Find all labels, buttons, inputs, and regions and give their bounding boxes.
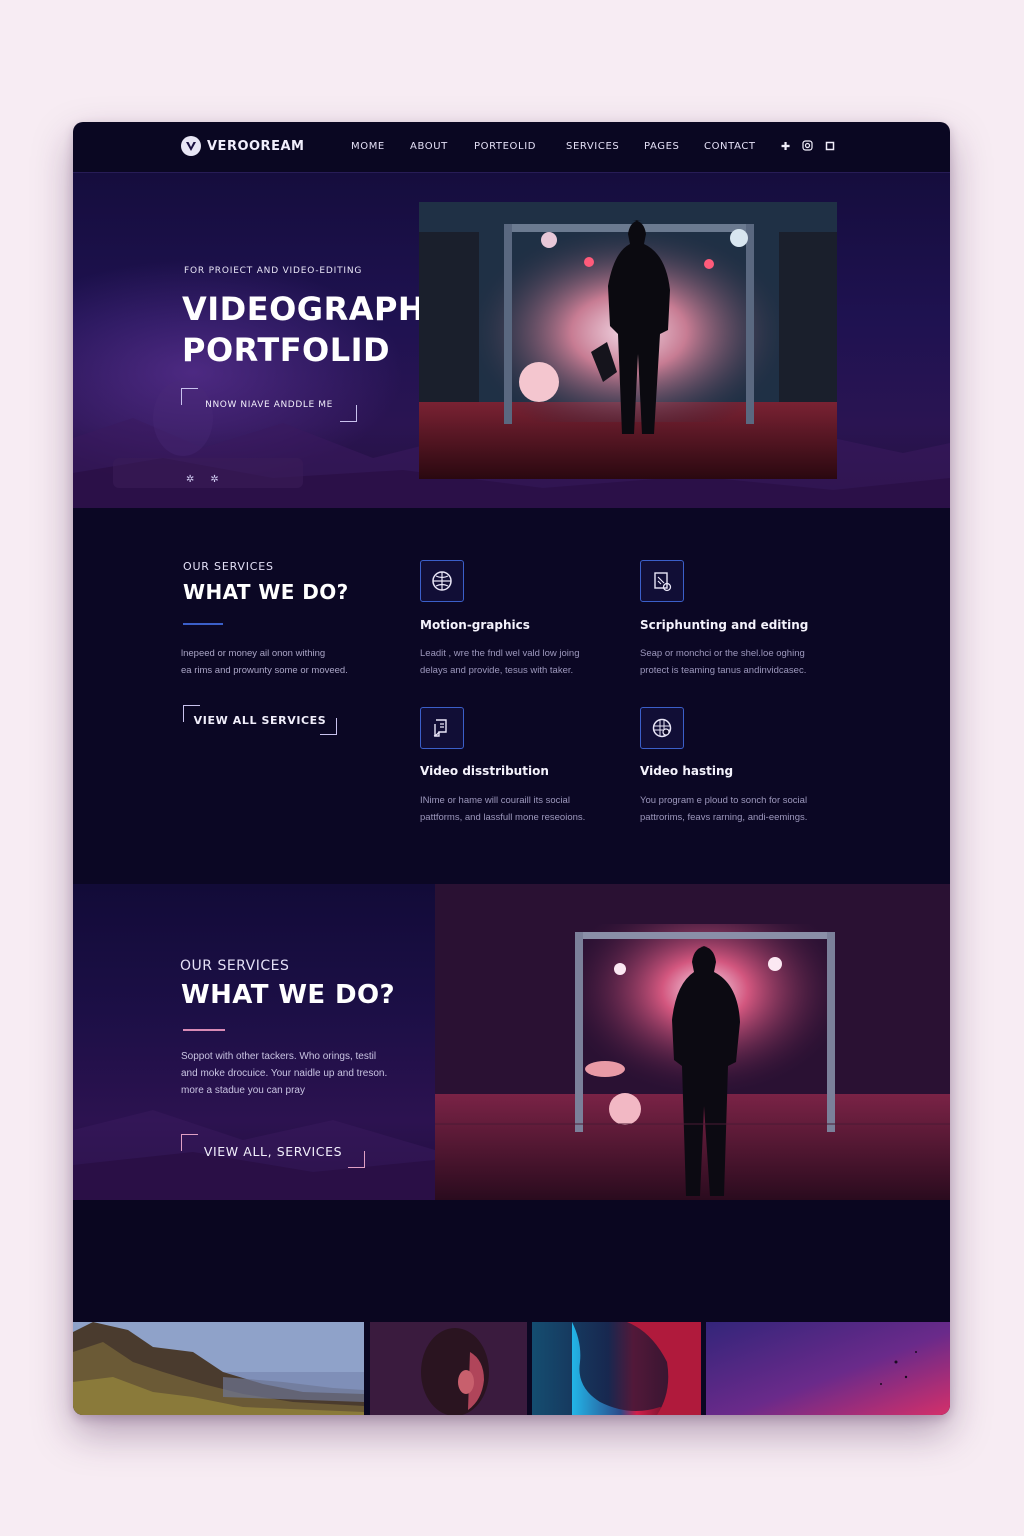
service-desc-line: Seap or monchci or the shel.loe oghing (640, 648, 805, 659)
brand-logo[interactable]: VEROOREAM (181, 136, 304, 156)
service-desc-line: protect is teaming tanus andinvidcasec. (640, 665, 807, 676)
brand-name: VEROOREAM (207, 138, 305, 154)
logo-v-icon (181, 136, 201, 156)
service-desc-line: INime or hame will couraill its social (420, 795, 570, 806)
portrait-silhouette-image (370, 1322, 527, 1415)
services-title-underline (183, 623, 223, 625)
neon-face-image (532, 1322, 701, 1415)
hero-photo-videographer (419, 202, 837, 479)
feature-description-line-1: Soppot with other tackers. Who orings, t… (181, 1051, 377, 1062)
gallery-image-portrait-1[interactable] (370, 1322, 527, 1415)
gallery-image-gradient[interactable] (706, 1322, 950, 1415)
feature-description-line-2: and moke drocuice. Your naidle up and tr… (181, 1068, 388, 1079)
gallery-strip (73, 1322, 950, 1415)
feature-description: Soppot with other tackers. Who orings, t… (181, 1048, 431, 1099)
nav-item-pages[interactable]: PAGES (644, 141, 679, 152)
slider-prev-icon[interactable]: ✲ (186, 474, 194, 485)
purple-gradient-image (706, 1322, 950, 1415)
globe-grid-icon (640, 707, 684, 749)
top-navbar: VEROOREAM MOME ABOUT PORTEOLID SERVICES … (73, 122, 950, 173)
feature-view-all-button[interactable]: VIEW ALL, SERVICES (181, 1134, 365, 1168)
service-desc-motion-graphics: Leadit , wre the fndl wel vald low joing… (420, 645, 630, 679)
nav-item-home[interactable]: MOME (351, 141, 385, 152)
stage-scene-image (419, 202, 837, 479)
nav-item-services[interactable]: SERVICES (566, 141, 619, 152)
service-desc-line: pattforms, and lassfull mone reseoions. (420, 812, 586, 823)
hero-cta-button[interactable]: NNOW NIAVE ANDDLE ME (181, 388, 357, 422)
hero-eyebrow: FOR PROIECT AND VIDEO-EDITING (184, 266, 363, 276)
gallery-image-portrait-2[interactable] (532, 1322, 701, 1415)
feature-title-underline (183, 1029, 225, 1031)
service-desc-line: Leadit , wre the fndl wel vald low joing (420, 648, 580, 659)
document-icon (420, 707, 464, 749)
service-title-video-distribution: Video disstribution (420, 764, 549, 778)
plus-icon[interactable]: ✚ (781, 141, 790, 153)
nav-item-portfolio[interactable]: PORTEOLID (474, 141, 536, 152)
square-icon[interactable] (825, 141, 835, 154)
service-desc-line: You program e ploud to sonch for social (640, 795, 808, 806)
stage-scene-image-2 (435, 884, 950, 1200)
gallery-image-mountains[interactable] (73, 1322, 364, 1415)
nav-item-about[interactable]: ABOUT (410, 141, 448, 152)
mountain-landscape-image (73, 1322, 364, 1415)
view-all-services-button[interactable]: VIEW ALL SERVICES (183, 705, 337, 735)
gallery-spacer (73, 1200, 950, 1322)
feature-photo-videographer (435, 884, 950, 1200)
services-title: WHAT WE DO? (183, 580, 349, 604)
service-title-scripting-editing: Scriphunting and editing (640, 618, 809, 632)
nav-social-icons: ✚ (781, 140, 835, 154)
service-desc-line: pattrorims, feavs rarning, andi-eemings. (640, 812, 808, 823)
feature-description-line-3: more a stadue you can pray (181, 1085, 305, 1096)
page-frame: VEROOREAM MOME ABOUT PORTEOLID SERVICES … (73, 122, 950, 1415)
service-title-video-hosting: Video hasting (640, 764, 734, 778)
service-title-motion-graphics: Motion-graphics (420, 618, 530, 632)
service-desc-scripting-editing: Seap or monchci or the shel.loe oghing p… (640, 645, 850, 679)
feature-eyebrow: OUR SERVICES (180, 958, 290, 974)
hero-slider-controls: ✲ ✲ (186, 474, 219, 485)
services-description-line-2: ea rims and prowunty some or moveed. (181, 665, 348, 676)
slider-next-icon[interactable]: ✲ (210, 474, 218, 485)
instagram-icon[interactable] (802, 140, 813, 154)
feature-section: OUR SERVICES WHAT WE DO? Soppot with oth… (73, 884, 950, 1200)
service-desc-video-distribution: INime or hame will couraill its social p… (420, 792, 630, 826)
hero-section: FOR PROIECT AND VIDEO-EDITING VIDEOGRAPH… (73, 172, 950, 508)
feature-title: WHAT WE DO? (181, 980, 395, 1010)
service-desc-video-hosting: You program e ploud to sonch for social … (640, 792, 850, 826)
services-eyebrow: OUR SERVICES (183, 560, 274, 573)
edit-doc-icon (640, 560, 684, 602)
services-description: lnepeed or money ail onon withing ea rim… (181, 645, 401, 679)
services-section: OUR SERVICES WHAT WE DO? lnepeed or mone… (73, 508, 950, 884)
service-desc-line: delays and provide, tesus with taker. (420, 665, 574, 676)
services-description-line-1: lnepeed or money ail onon withing (181, 648, 326, 659)
nav-item-contact[interactable]: CONTACT (704, 141, 756, 152)
globe-icon (420, 560, 464, 602)
